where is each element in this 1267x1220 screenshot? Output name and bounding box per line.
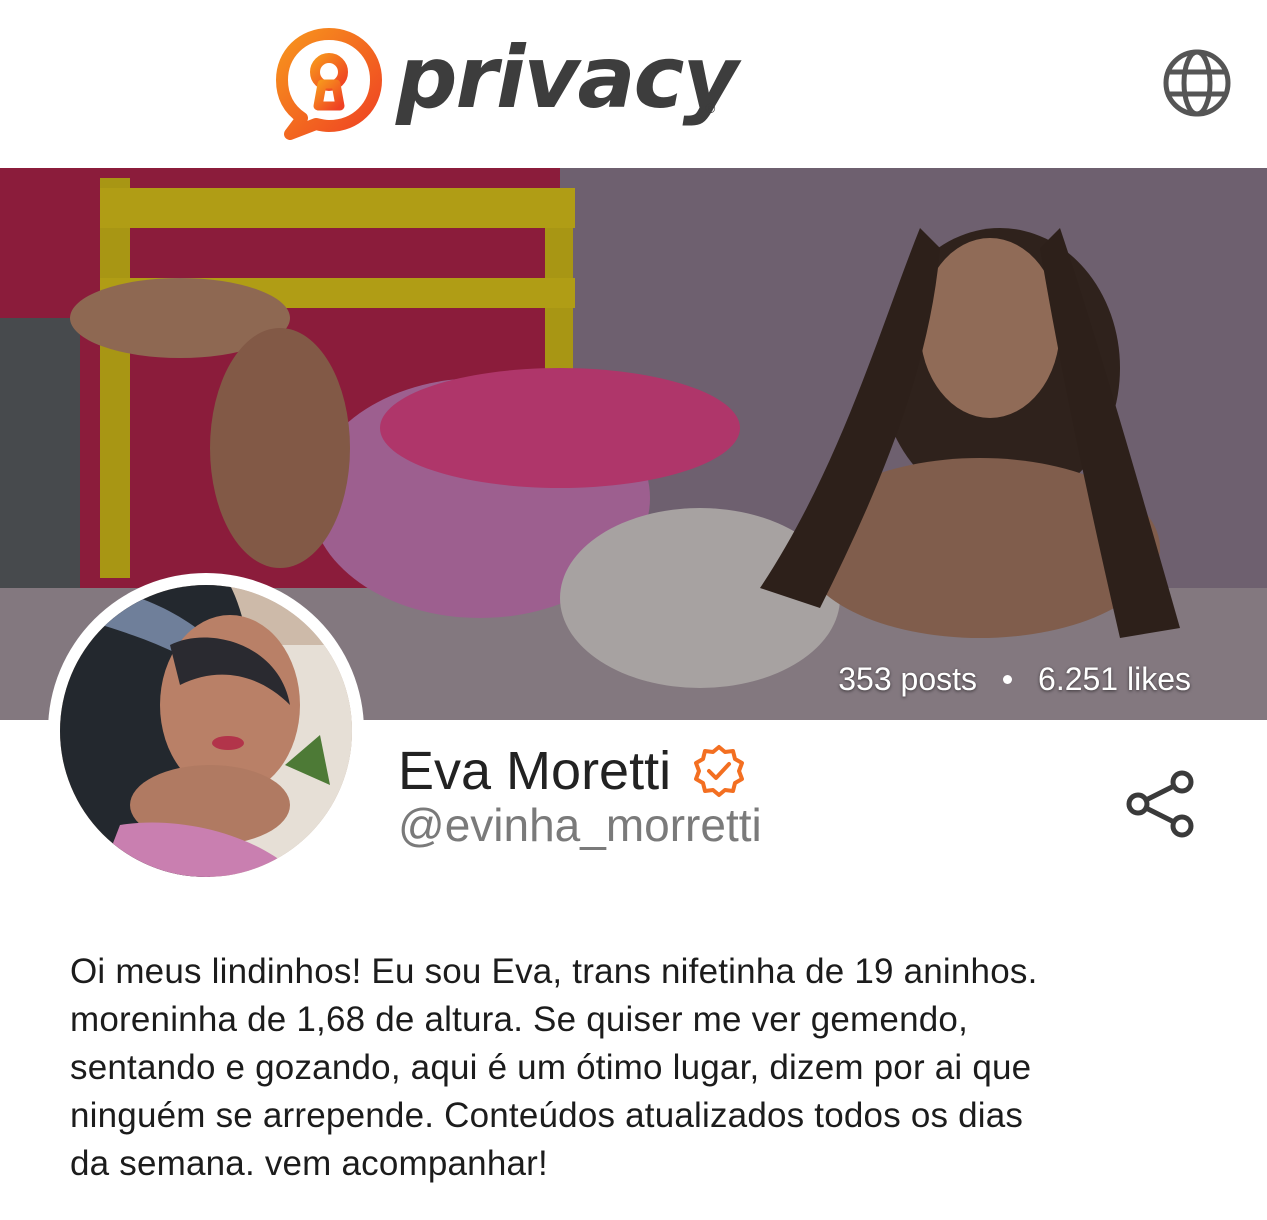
profile-handle: @evinha_morretti xyxy=(398,799,762,851)
registered-mark: ® xyxy=(705,100,716,116)
posts-count: 353 posts xyxy=(838,661,978,697)
stats-separator xyxy=(1003,675,1013,684)
privacy-logo[interactable]: privacy xyxy=(276,28,739,140)
verified-badge-icon xyxy=(694,745,745,797)
profile-stats: 353 posts 6.251 likes xyxy=(838,661,1191,698)
logo-keyhole-icon xyxy=(276,28,382,140)
avatar[interactable] xyxy=(48,573,364,889)
globe-icon[interactable] xyxy=(1160,48,1234,118)
likes-count: 6.251 likes xyxy=(1038,661,1191,697)
logo-wordmark: privacy xyxy=(396,28,739,128)
avatar-image xyxy=(60,585,352,877)
display-name: Eva Moretti xyxy=(398,741,672,801)
profile-name-row: Eva Moretti xyxy=(398,740,747,802)
profile-bio: Oi meus lindinhos! Eu sou Eva, trans nif… xyxy=(70,952,1038,1183)
top-header: privacy ® xyxy=(0,0,1267,166)
share-icon[interactable] xyxy=(1124,768,1196,840)
